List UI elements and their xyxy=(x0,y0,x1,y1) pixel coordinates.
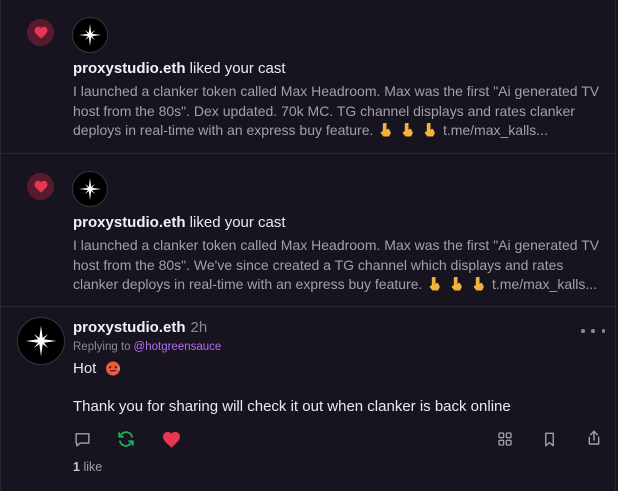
replying-to: Replying to @hotgreensauce xyxy=(73,341,221,353)
pointing-down-emoji-icon xyxy=(430,277,441,291)
notification-action: liked your cast xyxy=(185,214,286,231)
cast-preview-link[interactable]: t.me/max_kalls... xyxy=(492,276,597,292)
notifications-feed: proxystudio.eth liked your cast I launch… xyxy=(0,0,616,491)
cast-preview-link[interactable]: t.me/max_kalls... xyxy=(443,122,548,138)
notification-title: proxystudio.eth liked your cast xyxy=(73,213,286,233)
likes-number: 1 xyxy=(73,460,80,474)
cast-text-line: Hot xyxy=(73,360,97,377)
pointing-down-emoji-icon xyxy=(424,123,435,137)
dot-icon xyxy=(591,329,595,333)
username-link[interactable]: proxystudio.eth xyxy=(73,214,186,231)
avatar[interactable] xyxy=(72,17,108,53)
notification-action: liked your cast xyxy=(185,60,286,77)
heart-icon xyxy=(27,173,54,200)
hot-face-emoji-icon xyxy=(105,361,120,376)
cast-header: proxystudio.eth 2h xyxy=(73,318,207,338)
pointing-down-emoji-icon xyxy=(402,123,413,137)
reply-icon[interactable] xyxy=(72,429,92,449)
like-icon[interactable] xyxy=(161,429,181,449)
recast-icon[interactable] xyxy=(116,429,136,449)
share-icon[interactable] xyxy=(584,428,604,448)
avatar[interactable] xyxy=(72,171,108,207)
dot-icon xyxy=(581,329,585,333)
notification-cast-preview[interactable]: I launched a clanker token called Max He… xyxy=(73,82,605,141)
username-link[interactable]: proxystudio.eth xyxy=(73,60,186,77)
replying-mention-link[interactable]: @hotgreensauce xyxy=(134,341,222,353)
cast-text: Hot xyxy=(73,359,121,379)
cast-timestamp[interactable]: 2h xyxy=(191,319,208,336)
grid-icon[interactable] xyxy=(495,429,515,449)
heart-icon xyxy=(27,19,54,46)
avatar[interactable] xyxy=(17,317,65,365)
likes-label: like xyxy=(83,460,103,474)
replying-label: Replying to xyxy=(73,341,131,353)
pointing-down-emoji-icon xyxy=(381,123,391,137)
bookmark-icon[interactable] xyxy=(539,429,559,449)
notification-item[interactable]: proxystudio.eth liked your cast I launch… xyxy=(1,0,615,154)
cast-text-line: Thank you for sharing will check it out … xyxy=(73,398,511,415)
username-link[interactable]: proxystudio.eth xyxy=(73,319,186,336)
pointing-down-emoji-icon xyxy=(451,277,462,291)
more-options-button[interactable] xyxy=(581,325,605,337)
pointing-down-emoji-icon xyxy=(473,277,484,291)
notification-title: proxystudio.eth liked your cast xyxy=(73,59,286,79)
reply-cast[interactable]: proxystudio.eth 2h Replying to @hotgreensa… xyxy=(1,307,615,491)
dot-icon xyxy=(601,329,605,333)
notification-cast-preview[interactable]: I launched a clanker token called Max He… xyxy=(73,236,605,295)
likes-count[interactable]: 1 like xyxy=(73,460,102,474)
notification-item[interactable]: proxystudio.eth liked your cast I launch… xyxy=(1,154,615,307)
